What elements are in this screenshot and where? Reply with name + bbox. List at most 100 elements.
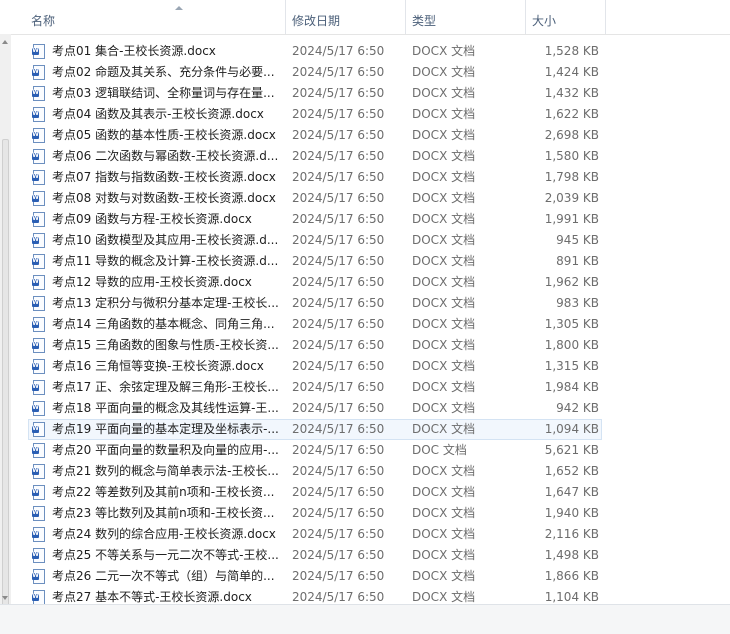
file-type: DOCX 文档 <box>412 254 476 268</box>
word-document-icon <box>32 527 45 542</box>
file-row[interactable]: 考点23 等比数列及其前n项和-王校长资... 2024/5/17 6:50 DOC… <box>28 503 602 524</box>
file-name: 考点13 定积分与微积分基本定理-王校长... <box>52 296 279 310</box>
file-size: 2,039 KB <box>544 191 599 205</box>
file-size: 1,424 KB <box>544 65 599 79</box>
file-type: DOCX 文档 <box>412 506 476 520</box>
file-row[interactable]: 考点03 逻辑联结词、全称量词与存在量... 2024/5/17 6:50 DOCX… <box>28 83 602 104</box>
file-date: 2024/5/17 6:50 <box>292 107 385 121</box>
sort-ascending-icon <box>175 6 183 10</box>
file-type: DOCX 文档 <box>412 275 476 289</box>
file-row[interactable]: 考点01 集合-王校长资源.docx 2024/5/17 6:50 DOCX 文档 1… <box>28 41 602 62</box>
word-document-icon <box>32 548 45 563</box>
file-type: DOCX 文档 <box>412 170 476 184</box>
file-size: 945 KB <box>556 233 599 247</box>
file-row[interactable]: 考点19 平面向量的基本定理及坐标表示-... 2024/5/17 6:50 DOC… <box>28 419 602 440</box>
file-row[interactable]: 考点20 平面向量的数量积及向量的应用-... 2024/5/17 6:50 DOC… <box>28 440 602 461</box>
file-type: DOCX 文档 <box>412 296 476 310</box>
file-name: 考点06 二次函数与幂函数-王校长资源.d... <box>52 149 279 163</box>
column-header-type-label: 类型 <box>412 14 437 28</box>
file-row[interactable]: 考点13 定积分与微积分基本定理-王校长... 2024/5/17 6:50 DOC… <box>28 293 602 314</box>
scrollbar-thumb[interactable] <box>2 139 9 619</box>
column-header-size-label: 大小 <box>532 14 557 28</box>
file-date: 2024/5/17 6:50 <box>292 569 385 583</box>
file-size: 1,940 KB <box>544 506 599 520</box>
file-size: 1,432 KB <box>544 86 599 100</box>
file-type: DOCX 文档 <box>412 464 476 478</box>
file-row[interactable]: 考点04 函数及其表示-王校长资源.docx 2024/5/17 6:50 DOCX… <box>28 104 602 125</box>
file-type: DOCX 文档 <box>412 128 476 142</box>
file-name: 考点11 导数的概念及计算-王校长资源.d... <box>52 254 279 268</box>
file-size: 5,621 KB <box>544 443 599 457</box>
word-document-icon <box>32 44 45 59</box>
column-header-size[interactable]: 大小 <box>525 0 605 34</box>
file-size: 1,962 KB <box>544 275 599 289</box>
file-name: 考点26 二元一次不等式（组）与简单的... <box>52 569 275 583</box>
file-type: DOCX 文档 <box>412 359 476 373</box>
file-date: 2024/5/17 6:50 <box>292 548 385 562</box>
file-type: DOCX 文档 <box>412 149 476 163</box>
file-row[interactable]: 考点11 导数的概念及计算-王校长资源.d... 2024/5/17 6:50 DO… <box>28 251 602 272</box>
word-document-icon <box>32 149 45 164</box>
file-size: 1,315 KB <box>544 359 599 373</box>
scroll-down-arrow-icon[interactable] <box>2 596 8 600</box>
file-size: 1,094 KB <box>544 422 599 436</box>
word-document-icon <box>32 338 45 353</box>
file-row[interactable]: 考点21 数列的概念与简单表示法-王校长... 2024/5/17 6:50 DOC… <box>28 461 602 482</box>
file-size: 942 KB <box>556 401 599 415</box>
file-type: DOCX 文档 <box>412 380 476 394</box>
column-header-date-label: 修改日期 <box>292 14 341 28</box>
file-name: 考点24 数列的综合应用-王校长资源.docx <box>52 527 276 541</box>
file-row[interactable]: 考点07 指数与指数函数-王校长资源.docx 2024/5/17 6:50 DOC… <box>28 167 602 188</box>
file-name: 考点23 等比数列及其前n项和-王校长资... <box>52 506 275 520</box>
file-row[interactable]: 考点17 正、余弦定理及解三角形-王校长... 2024/5/17 6:50 DOC… <box>28 377 602 398</box>
file-name: 考点07 指数与指数函数-王校长资源.docx <box>52 170 276 184</box>
file-row[interactable]: 考点06 二次函数与幂函数-王校长资源.d... 2024/5/17 6:50 DO… <box>28 146 602 167</box>
word-document-icon <box>32 233 45 248</box>
file-row[interactable]: 考点22 等差数列及其前n项和-王校长资... 2024/5/17 6:50 DOC… <box>28 482 602 503</box>
file-row[interactable]: 考点15 三角函数的图象与性质-王校长资... 2024/5/17 6:50 DOC… <box>28 335 602 356</box>
word-document-icon <box>32 569 45 584</box>
file-type: DOCX 文档 <box>412 317 476 331</box>
word-document-icon <box>32 65 45 80</box>
word-document-icon <box>32 191 45 206</box>
file-size: 1,991 KB <box>544 212 599 226</box>
file-type: DOCX 文档 <box>412 569 476 583</box>
file-date: 2024/5/17 6:50 <box>292 506 385 520</box>
scroll-up-arrow-icon[interactable] <box>2 40 8 44</box>
file-date: 2024/5/17 6:50 <box>292 149 385 163</box>
file-row[interactable]: 考点24 数列的综合应用-王校长资源.docx 2024/5/17 6:50 DOC… <box>28 524 602 545</box>
file-size: 1,305 KB <box>544 317 599 331</box>
file-row[interactable]: 考点16 三角恒等变换-王校长资源.docx 2024/5/17 6:50 DOCX… <box>28 356 602 377</box>
file-date: 2024/5/17 6:50 <box>292 212 385 226</box>
file-date: 2024/5/17 6:50 <box>292 338 385 352</box>
file-row[interactable]: 考点25 不等关系与一元二次不等式-王校... 2024/5/17 6:50 DOC… <box>28 545 602 566</box>
file-name: 考点16 三角恒等变换-王校长资源.docx <box>52 359 264 373</box>
file-row[interactable]: 考点02 命题及其关系、充分条件与必要... 2024/5/17 6:50 DOCX… <box>28 62 602 83</box>
file-row[interactable]: 考点18 平面向量的概念及其线性运算-王... 2024/5/17 6:50 DOC… <box>28 398 602 419</box>
column-header-name[interactable]: 名称 <box>25 0 284 34</box>
file-row[interactable]: 考点14 三角函数的基本概念、同角三角... 2024/5/17 6:50 DOCX… <box>28 314 602 335</box>
file-size: 1,798 KB <box>544 170 599 184</box>
file-row[interactable]: 考点26 二元一次不等式（组）与简单的... 2024/5/17 6:50 DOCX… <box>28 566 602 587</box>
file-row[interactable]: 考点10 函数模型及其应用-王校长资源.d... 2024/5/17 6:50 DO… <box>28 230 602 251</box>
file-row[interactable]: 考点05 函数的基本性质-王校长资源.docx 2024/5/17 6:50 DOC… <box>28 125 602 146</box>
word-document-icon <box>32 254 45 269</box>
file-row[interactable]: 考点09 函数与方程-王校长资源.docx 2024/5/17 6:50 DOCX … <box>28 209 602 230</box>
file-name: 考点03 逻辑联结词、全称量词与存在量... <box>52 86 275 100</box>
file-date: 2024/5/17 6:50 <box>292 65 385 79</box>
word-document-icon <box>32 128 45 143</box>
file-date: 2024/5/17 6:50 <box>292 317 385 331</box>
column-header-date[interactable]: 修改日期 <box>285 0 405 34</box>
file-date: 2024/5/17 6:50 <box>292 359 385 373</box>
vertical-scrollbar[interactable] <box>0 34 11 619</box>
file-size: 1,528 KB <box>544 44 599 58</box>
file-row[interactable]: 考点12 导数的应用-王校长资源.docx 2024/5/17 6:50 DOCX … <box>28 272 602 293</box>
file-size: 1,647 KB <box>544 485 599 499</box>
file-name: 考点05 函数的基本性质-王校长资源.docx <box>52 128 276 142</box>
file-type: DOCX 文档 <box>412 44 476 58</box>
file-date: 2024/5/17 6:50 <box>292 464 385 478</box>
file-row[interactable]: 考点08 对数与对数函数-王校长资源.docx 2024/5/17 6:50 DOC… <box>28 188 602 209</box>
column-header-type[interactable]: 类型 <box>405 0 525 34</box>
file-size: 1,622 KB <box>544 107 599 121</box>
file-date: 2024/5/17 6:50 <box>292 527 385 541</box>
